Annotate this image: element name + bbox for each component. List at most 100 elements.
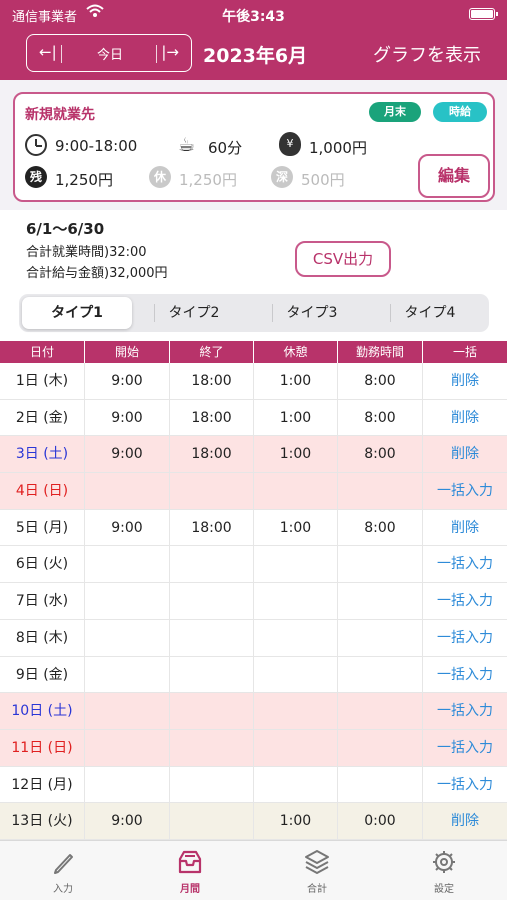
row-action-button[interactable]: 削除 <box>423 510 507 546</box>
row-start: 9:00 <box>85 436 170 473</box>
tab-settings[interactable]: 設定 <box>414 849 474 895</box>
month-end-badge: 月末 <box>369 102 421 122</box>
table-row[interactable]: 10日 (土) 一括入力 <box>0 693 507 730</box>
prev-month-button[interactable]: ←| <box>39 43 57 61</box>
header-end: 終了 <box>170 341 254 363</box>
tab-monthly-label: 月間 <box>180 884 200 895</box>
row-date: 12日 (月) <box>0 766 85 803</box>
row-end <box>170 803 254 839</box>
status-time: 午後3:43 <box>222 9 285 25</box>
row-break: 1:00 <box>254 399 338 436</box>
row-date: 13日 (火) <box>0 803 85 839</box>
row-work-hours: 8:00 <box>338 363 423 399</box>
hourly-wage-value: 1,000円 <box>309 139 367 157</box>
row-action-button[interactable]: 削除 <box>423 436 507 472</box>
table-row[interactable]: 1日 (木) 9:00 18:00 1:00 8:00 削除 <box>0 363 507 400</box>
tab-type-1[interactable]: タイプ1 <box>22 297 132 329</box>
layers-icon <box>305 850 329 874</box>
hourly-badge: 時給 <box>433 102 487 122</box>
row-action-button[interactable]: 一括入力 <box>423 767 507 803</box>
header-work-hours: 勤務時間 <box>338 341 423 363</box>
table-row[interactable]: 3日 (土) 9:00 18:00 1:00 8:00 削除 <box>0 436 507 474</box>
summary-total-hours: 合計就業時間)32:00 <box>26 245 147 260</box>
bottom-tab-bar: 入力 月間 合計 設定 <box>0 840 507 900</box>
tab-type-4[interactable]: タイプ4 <box>375 297 485 329</box>
row-action-button[interactable]: 削除 <box>423 363 507 399</box>
table-row[interactable]: 4日 (日) 一括入力 <box>0 473 507 510</box>
header-bar: 通信事業者 午後3:43 ←| 今日 |→ 2023年6月 グラフを表示 <box>0 0 507 80</box>
row-work-hours: 8:00 <box>338 399 423 436</box>
row-action-button[interactable]: 削除 <box>423 803 507 839</box>
table-row[interactable]: 6日 (火) 一括入力 <box>0 546 507 584</box>
row-start <box>85 766 170 803</box>
tab-input[interactable]: 入力 <box>33 849 93 895</box>
edit-button[interactable]: 編集 <box>418 154 490 198</box>
today-button[interactable]: 今日 <box>77 44 143 63</box>
row-action-button[interactable]: 一括入力 <box>423 620 507 656</box>
csv-export-button[interactable]: CSV出力 <box>295 241 391 277</box>
header-date: 日付 <box>0 341 85 363</box>
attendance-table: 日付 開始 終了 休憩 勤務時間 一括 1日 (木) 9:00 18:00 1:00 8… <box>0 341 507 840</box>
row-date: 2日 (金) <box>0 399 85 436</box>
row-work-hours <box>338 473 423 509</box>
row-work-hours <box>338 656 423 693</box>
table-row[interactable]: 12日 (月) 一括入力 <box>0 766 507 804</box>
table-header: 日付 開始 終了 休憩 勤務時間 一括 <box>0 341 507 363</box>
row-break <box>254 546 338 583</box>
header-break: 休憩 <box>254 341 338 363</box>
row-date: 11日 (日) <box>0 729 85 766</box>
table-row[interactable]: 5日 (月) 9:00 18:00 1:00 8:00 削除 <box>0 509 507 547</box>
table-row[interactable]: 9日 (金) 一括入力 <box>0 656 507 694</box>
row-break <box>254 656 338 693</box>
row-break: 1:00 <box>254 509 338 546</box>
row-work-hours: 8:00 <box>338 509 423 546</box>
tab-total[interactable]: 合計 <box>287 849 347 895</box>
break-value: 60分 <box>208 139 243 157</box>
table-row[interactable]: 13日 (火) 9:00 1:00 0:00 削除 <box>0 803 507 840</box>
tab-input-label: 入力 <box>53 884 73 895</box>
next-month-button[interactable]: |→ <box>161 43 179 61</box>
inbox-tray-icon <box>178 850 202 874</box>
row-start: 9:00 <box>85 363 170 399</box>
row-date: 7日 (水) <box>0 583 85 619</box>
row-work-hours <box>338 729 423 766</box>
row-work-hours <box>338 546 423 583</box>
row-action-button[interactable]: 一括入力 <box>423 693 507 729</box>
row-action-button[interactable]: 一括入力 <box>423 473 507 509</box>
row-date: 9日 (金) <box>0 656 85 693</box>
tab-type-3[interactable]: タイプ3 <box>257 297 367 329</box>
row-start <box>85 619 170 656</box>
coffee-cup-icon: ☕ <box>178 134 196 156</box>
nav-divider <box>61 45 62 63</box>
row-action-button[interactable]: 一括入力 <box>423 657 507 693</box>
row-date: 8日 (木) <box>0 619 85 656</box>
row-action-button[interactable]: 削除 <box>423 400 507 436</box>
row-date: 5日 (月) <box>0 509 85 546</box>
overtime-icon: 残 <box>25 166 47 188</box>
table-row[interactable]: 2日 (金) 9:00 18:00 1:00 8:00 削除 <box>0 399 507 437</box>
row-end: 18:00 <box>170 363 254 399</box>
row-break <box>254 473 338 509</box>
row-start <box>85 583 170 619</box>
row-break <box>254 729 338 766</box>
table-row[interactable]: 7日 (水) 一括入力 <box>0 583 507 620</box>
row-break: 1:00 <box>254 803 338 839</box>
table-row[interactable]: 11日 (日) 一括入力 <box>0 729 507 767</box>
row-end <box>170 766 254 803</box>
row-break <box>254 693 338 729</box>
row-date: 1日 (木) <box>0 363 85 399</box>
tab-type-2[interactable]: タイプ2 <box>139 297 249 329</box>
summary-range: 6/1～6/30 <box>26 220 105 238</box>
row-break: 1:00 <box>254 363 338 399</box>
row-action-button[interactable]: 一括入力 <box>423 546 507 582</box>
show-graph-button[interactable]: グラフを表示 <box>373 41 481 67</box>
night-icon: 深 <box>271 166 293 188</box>
row-end <box>170 729 254 766</box>
table-body: 1日 (木) 9:00 18:00 1:00 8:00 削除 2日 (金) 9:00 18:00… <box>0 363 507 840</box>
holiday-icon: 休 <box>149 166 171 188</box>
table-row[interactable]: 8日 (木) 一括入力 <box>0 619 507 657</box>
tab-monthly[interactable]: 月間 <box>160 849 220 895</box>
row-action-button[interactable]: 一括入力 <box>423 730 507 766</box>
header-bulk: 一括 <box>452 345 477 359</box>
row-action-button[interactable]: 一括入力 <box>423 583 507 619</box>
